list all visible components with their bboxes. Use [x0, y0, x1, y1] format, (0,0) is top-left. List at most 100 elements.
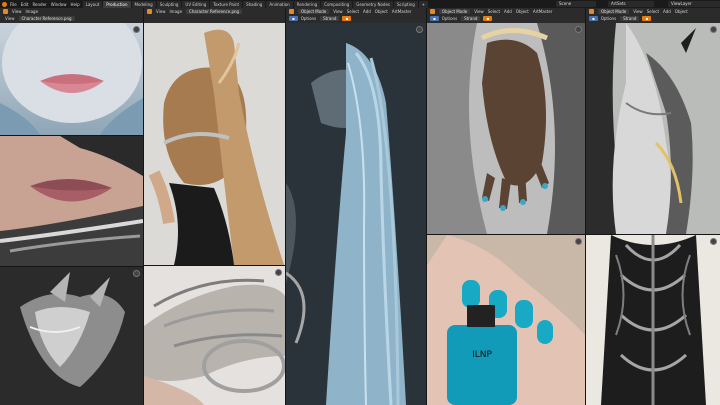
area-divider[interactable]: [0, 266, 143, 267]
view-menu[interactable]: View: [631, 9, 645, 14]
viewport-header-2: Object Mode View Select Add Object ArtMa…: [427, 8, 585, 24]
object-menu[interactable]: Object: [373, 9, 390, 14]
artmaster-menu[interactable]: ArtMaster: [390, 9, 414, 14]
tab-animation[interactable]: Animation: [266, 0, 293, 8]
tab-uv-editing[interactable]: UV Editing: [182, 0, 210, 8]
tab-layout[interactable]: Layout: [82, 0, 103, 8]
helmet-image: [0, 267, 143, 405]
image-menu[interactable]: Image: [168, 9, 185, 14]
editor-type-icon[interactable]: [147, 9, 152, 14]
menu-help[interactable]: Help: [68, 2, 81, 7]
viewport-hand-render[interactable]: [427, 23, 585, 234]
menu-window[interactable]: Window: [49, 2, 69, 7]
tab-texture-paint[interactable]: Texture Paint: [210, 0, 243, 8]
object-menu[interactable]: Object: [514, 9, 531, 14]
image-name-field[interactable]: Character Reference.png: [186, 9, 243, 14]
overlay-toggle-icon[interactable]: [275, 269, 282, 276]
area-divider[interactable]: [0, 135, 143, 136]
reference-image-nail-polish[interactable]: ILNP: [427, 235, 585, 405]
area-divider[interactable]: [427, 234, 720, 235]
transform-toggle[interactable]: ▪: [589, 16, 598, 21]
menu-edit[interactable]: Edit: [19, 2, 31, 7]
mode-selector[interactable]: Object Mode: [298, 9, 330, 14]
select-menu[interactable]: Select: [345, 9, 361, 14]
nail-polish-image: ILNP: [427, 235, 585, 405]
view-menu-2[interactable]: View: [3, 16, 17, 21]
render-engine-selector[interactable]: ArtSets: [608, 1, 654, 7]
mouth-image: [0, 136, 143, 266]
options-menu[interactable]: Options: [299, 16, 318, 21]
image-name-field[interactable]: Character Reference.png: [18, 16, 75, 21]
image-editor-header-left: View Image View Character Reference.png: [0, 8, 143, 24]
view-menu[interactable]: View: [331, 9, 345, 14]
viewport-hair-render[interactable]: [286, 23, 426, 405]
reference-image-mask[interactable]: [144, 266, 285, 405]
object-menu[interactable]: Object: [673, 9, 690, 14]
overlay-toggle-icon[interactable]: [133, 26, 140, 33]
add-menu[interactable]: Add: [361, 9, 373, 14]
reference-image-lips[interactable]: [0, 23, 143, 135]
tab-production[interactable]: Production: [103, 0, 131, 8]
overlay-toggle-icon[interactable]: [575, 238, 582, 245]
tab-modeling[interactable]: Modeling: [131, 0, 156, 8]
reference-image-mouth[interactable]: [0, 136, 143, 266]
tab-compositing[interactable]: Compositing: [321, 0, 353, 8]
active-tool-toggle[interactable]: ▪: [642, 16, 652, 21]
viewport-armor-render[interactable]: [586, 23, 720, 234]
strand-field[interactable]: Strand: [620, 16, 640, 21]
editor-type-icon[interactable]: [589, 9, 594, 14]
mode-selector[interactable]: Object Mode: [439, 9, 471, 14]
reference-image-ponytail[interactable]: [144, 23, 285, 265]
overlay-toggle-icon[interactable]: [710, 238, 717, 245]
area-divider[interactable]: [426, 8, 427, 405]
tab-geometry-nodes[interactable]: Geometry Nodes: [353, 0, 393, 8]
overlay-toggle-icon[interactable]: [133, 270, 140, 277]
area-divider[interactable]: [585, 8, 586, 405]
image-menu[interactable]: Image: [24, 9, 41, 14]
scene-selector[interactable]: Scene: [556, 1, 596, 7]
mask-image: [144, 266, 285, 405]
artmaster-menu[interactable]: ArtMaster: [531, 9, 555, 14]
editor-type-icon[interactable]: [3, 9, 8, 14]
tab-sculpting[interactable]: Sculpting: [156, 0, 182, 8]
overlay-toggle-icon[interactable]: [710, 26, 717, 33]
view-menu[interactable]: View: [154, 9, 168, 14]
area-divider[interactable]: [143, 8, 144, 405]
menu-file[interactable]: File: [8, 2, 19, 7]
area-divider[interactable]: [144, 265, 285, 266]
reference-image-helmet[interactable]: [0, 267, 143, 405]
view-layer-selector[interactable]: ViewLayer: [668, 1, 720, 7]
editor-type-icon[interactable]: [289, 9, 294, 14]
overlay-toggle-icon[interactable]: [575, 26, 582, 33]
strand-field[interactable]: Strand: [320, 16, 340, 21]
overlay-toggle-icon[interactable]: [416, 26, 423, 33]
ponytail-image: [144, 23, 285, 265]
transform-toggle[interactable]: ▪: [289, 16, 298, 21]
add-menu[interactable]: Add: [661, 9, 673, 14]
reference-image-corset[interactable]: [586, 235, 720, 405]
blender-logo-icon[interactable]: [0, 0, 8, 8]
view-menu[interactable]: View: [10, 9, 24, 14]
add-menu[interactable]: Add: [502, 9, 514, 14]
options-menu[interactable]: Options: [440, 16, 459, 21]
editor-type-icon[interactable]: [430, 9, 435, 14]
tab-scripting[interactable]: Scripting: [394, 0, 418, 8]
hair-render-image: [286, 23, 426, 405]
active-tool-toggle[interactable]: ▪: [342, 16, 352, 21]
image-editor-header-mid: View Image Character Reference.png: [144, 8, 285, 24]
view-menu[interactable]: View: [472, 9, 486, 14]
area-divider[interactable]: [285, 8, 286, 405]
transform-toggle[interactable]: ▪: [430, 16, 439, 21]
tab-rendering[interactable]: Rendering: [293, 0, 321, 8]
select-menu[interactable]: Select: [645, 9, 661, 14]
mode-selector[interactable]: Object Mode: [598, 9, 630, 14]
tab-shading[interactable]: Shading: [243, 0, 266, 8]
active-tool-toggle[interactable]: ▪: [483, 16, 493, 21]
corset-image: [586, 235, 720, 405]
menu-render[interactable]: Render: [30, 2, 48, 7]
viewport-header-3: Object Mode View Select Add Object ▪ Opt…: [586, 8, 720, 24]
select-menu[interactable]: Select: [486, 9, 502, 14]
strand-field[interactable]: Strand: [461, 16, 481, 21]
options-menu[interactable]: Options: [599, 16, 618, 21]
add-workspace-button[interactable]: +: [418, 0, 429, 8]
